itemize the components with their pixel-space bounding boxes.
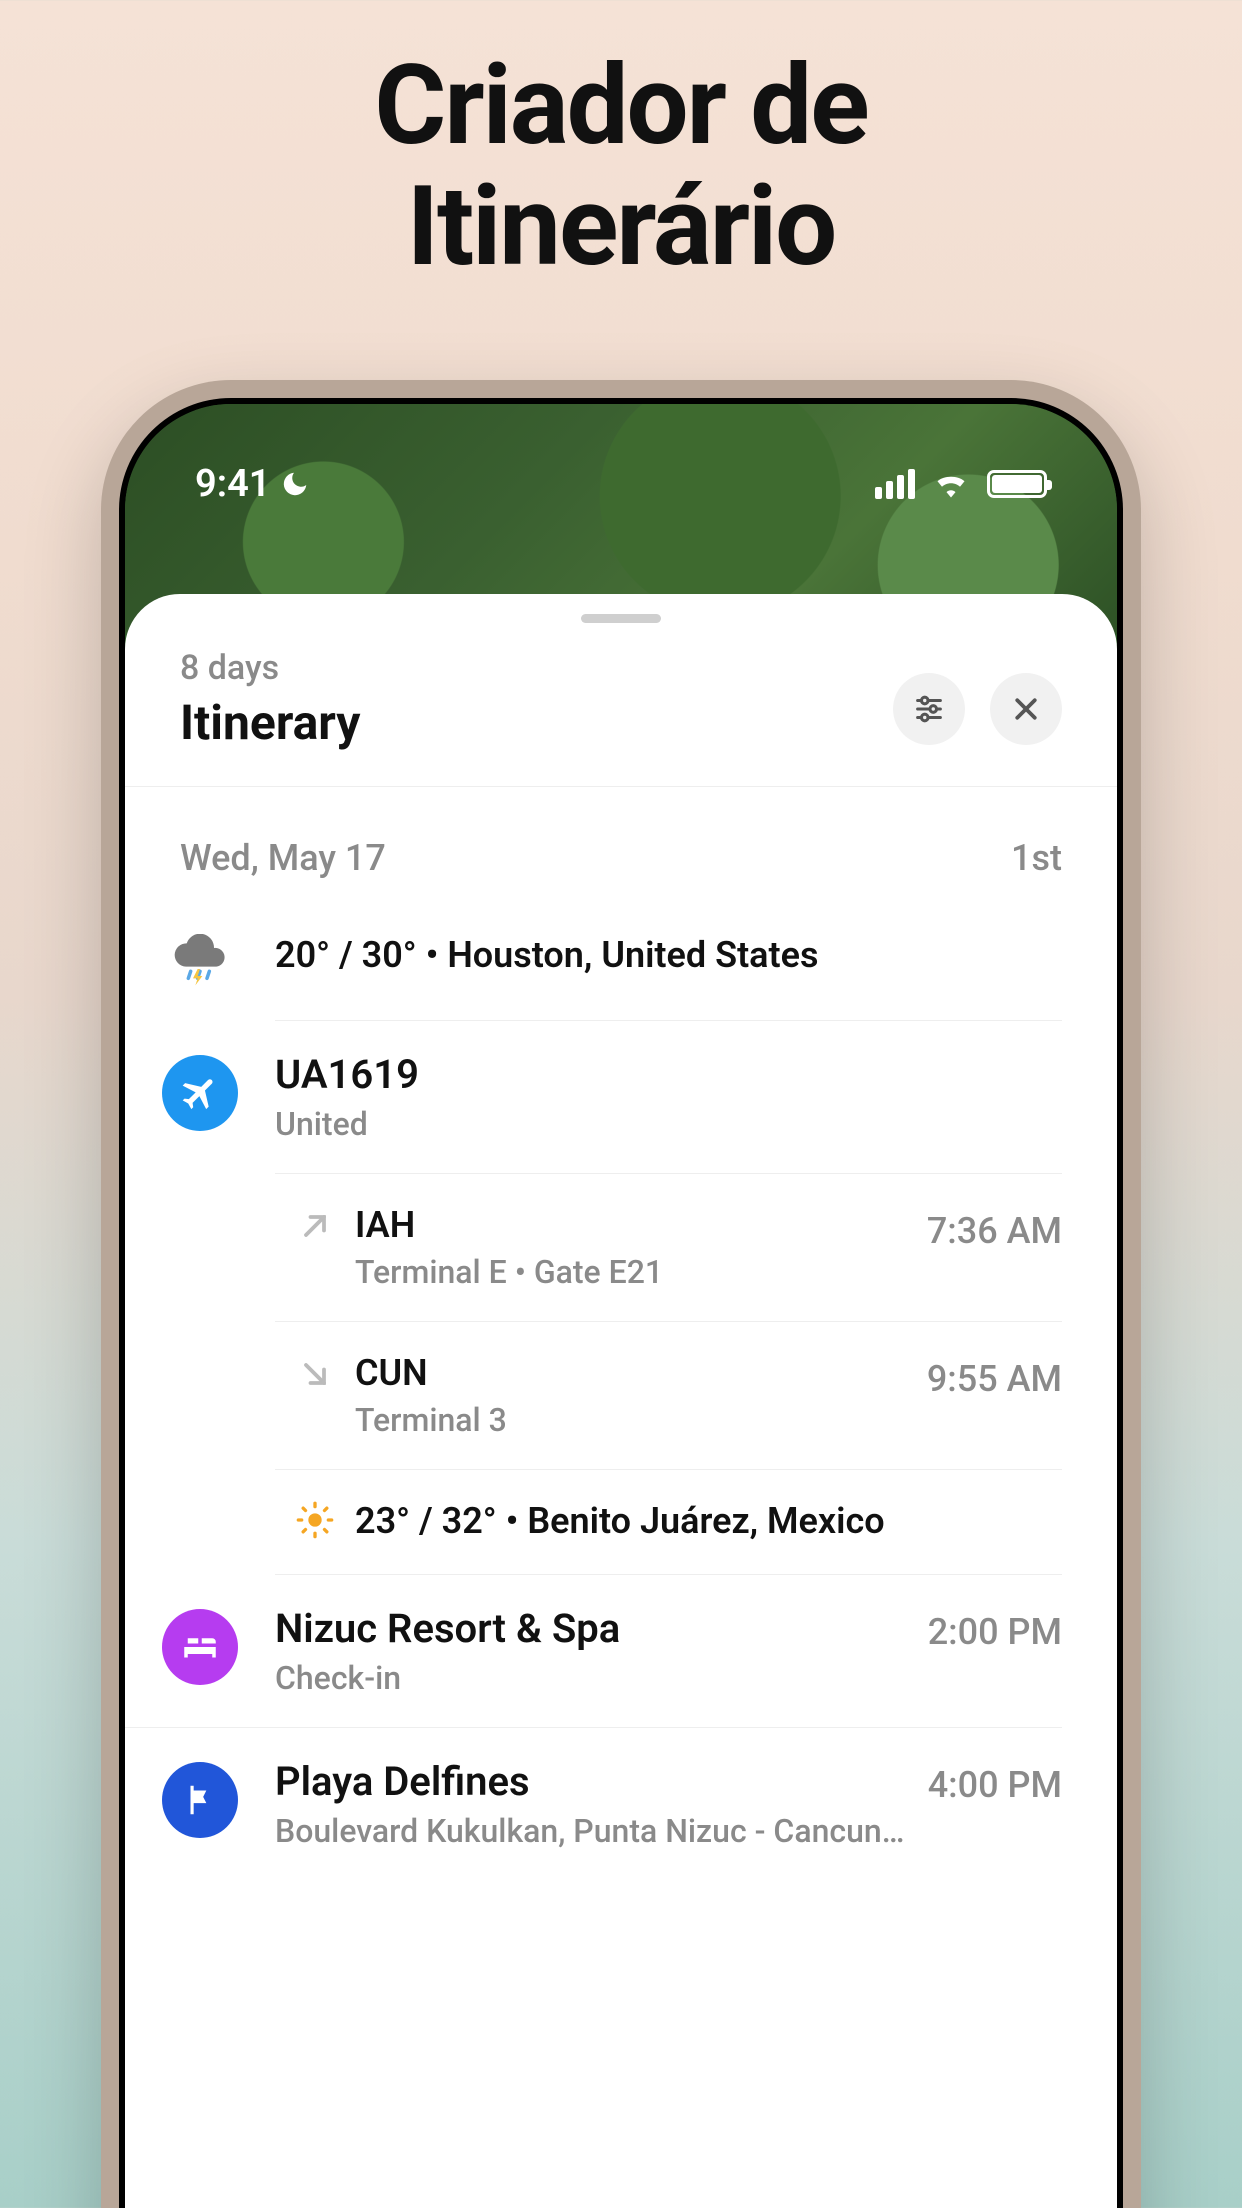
place-time: 4:00 PM xyxy=(908,1758,1062,1806)
hotel-action: Check-in xyxy=(275,1659,908,1697)
itinerary-list: 20° / 30° • Houston, United States UA161… xyxy=(125,904,1117,1880)
moon-icon xyxy=(280,469,310,499)
place-item[interactable]: Playa Delfines Boulevard Kukulkan, Punta… xyxy=(125,1728,1062,1880)
sun-icon xyxy=(295,1500,335,1540)
flight-item[interactable]: UA1619 United xyxy=(125,1021,1062,1173)
place-name: Playa Delfines xyxy=(275,1758,908,1806)
weather-row[interactable]: 20° / 30° • Houston, United States xyxy=(125,904,1062,1020)
close-button[interactable] xyxy=(990,673,1062,745)
storm-icon xyxy=(172,934,228,990)
day-date: Wed, May 17 xyxy=(180,837,386,879)
arrive-arrow-icon xyxy=(297,1356,333,1392)
filter-button[interactable] xyxy=(893,673,965,745)
depart-arrow-icon xyxy=(297,1208,333,1244)
flight-code: UA1619 xyxy=(275,1051,1042,1099)
sheet-header: 8 days Itinerary xyxy=(125,623,1117,787)
status-bar: 9:41 xyxy=(125,404,1117,524)
bed-icon xyxy=(162,1609,238,1685)
wifi-icon xyxy=(933,470,969,498)
dep-code: IAH xyxy=(355,1204,907,1247)
dep-time: 7:36 AM xyxy=(907,1204,1062,1252)
close-icon xyxy=(1011,694,1041,724)
sheet-grabber[interactable] xyxy=(581,614,661,623)
status-time: 9:41 xyxy=(195,462,270,506)
promo-title: Criador de Itinerário xyxy=(0,0,1242,287)
signal-icon xyxy=(875,469,915,499)
dep-detail: Terminal E • Gate E21 xyxy=(355,1253,907,1291)
hotel-item[interactable]: Nizuc Resort & Spa Check-in 2:00 PM xyxy=(125,1575,1062,1728)
flight-airline: United xyxy=(275,1105,1042,1143)
hotel-time: 2:00 PM xyxy=(908,1605,1062,1653)
flag-icon xyxy=(162,1762,238,1838)
weather-dest-text: 23° / 32° • Benito Juárez, Mexico xyxy=(355,1500,1042,1543)
page-title: Itinerary xyxy=(180,694,360,751)
place-address: Boulevard Kukulkan, Punta Nizuc - Cancun… xyxy=(275,1812,908,1850)
hotel-name: Nizuc Resort & Spa xyxy=(275,1605,908,1653)
day-header: Wed, May 17 1st xyxy=(125,787,1117,904)
day-ordinal: 1st xyxy=(1011,837,1062,879)
plane-icon xyxy=(162,1055,238,1131)
promo-line1: Criador de xyxy=(374,41,867,170)
battery-icon xyxy=(987,470,1047,498)
flight-arrival[interactable]: CUN Terminal 3 9:55 AM xyxy=(275,1322,1062,1470)
arr-detail: Terminal 3 xyxy=(355,1401,907,1439)
weather-text: 20° / 30° • Houston, United States xyxy=(275,934,1042,977)
itinerary-sheet: 8 days Itinerary xyxy=(125,594,1117,2208)
flight-departure[interactable]: IAH Terminal E • Gate E21 7:36 AM xyxy=(275,1174,1062,1322)
weather-row-dest[interactable]: 23° / 32° • Benito Juárez, Mexico xyxy=(275,1470,1062,1574)
arr-time: 9:55 AM xyxy=(907,1352,1062,1400)
promo-line2: Itinerário xyxy=(407,162,835,291)
phone-frame: 9:41 8 days xyxy=(101,380,1141,2208)
trip-duration: 8 days xyxy=(180,648,360,688)
sliders-icon xyxy=(912,692,946,726)
arr-code: CUN xyxy=(355,1352,907,1395)
